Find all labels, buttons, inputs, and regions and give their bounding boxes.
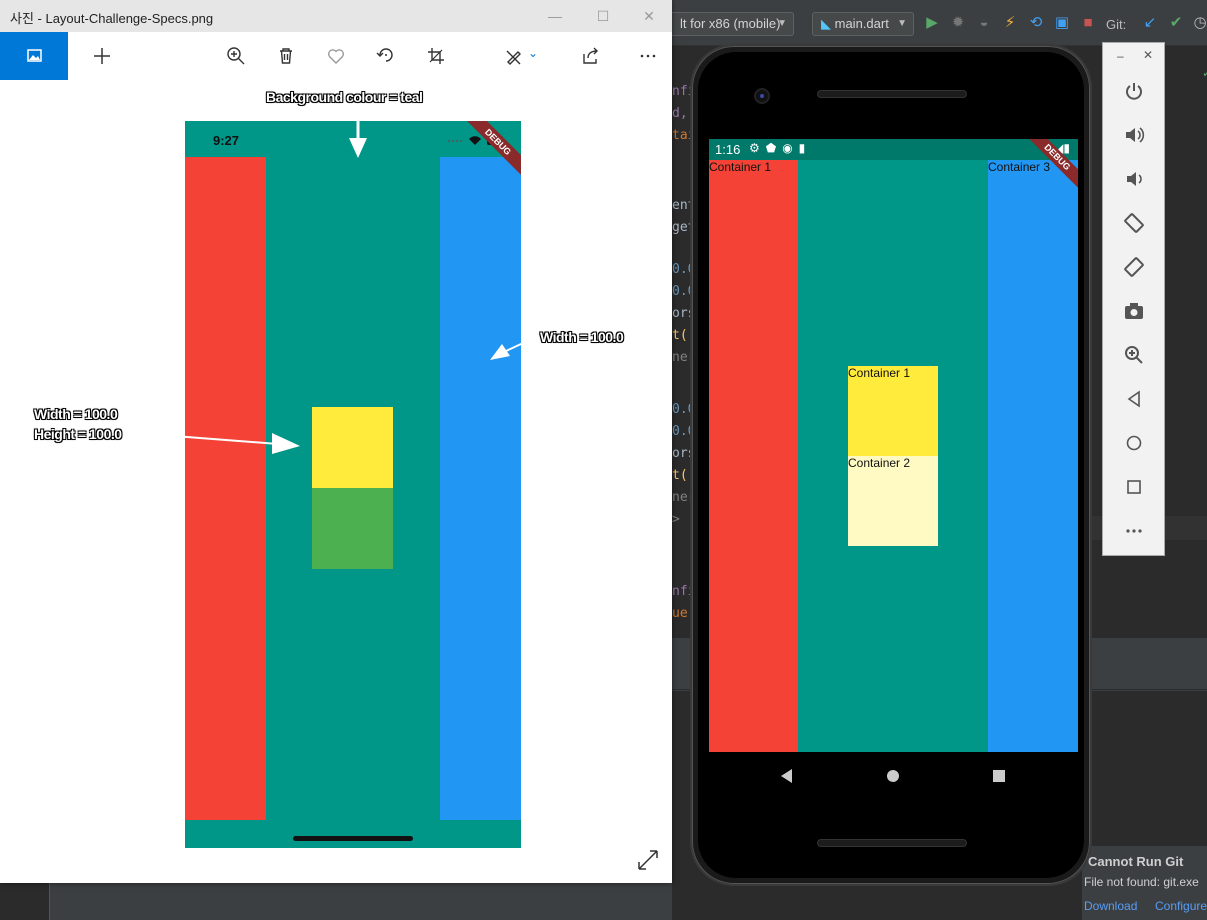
git-label: Git: xyxy=(1106,17,1127,32)
container-right: Container 3 xyxy=(988,160,1078,752)
rotate-right-icon[interactable] xyxy=(1121,254,1147,280)
annotation-width-left: Width = 100.0 xyxy=(34,406,118,422)
crop-icon[interactable] xyxy=(422,42,450,70)
zoom-icon[interactable] xyxy=(1121,342,1147,368)
android-status-time: 1:16 xyxy=(715,142,741,157)
close-icon[interactable]: ✕ xyxy=(1143,48,1153,62)
spec-image: 9:27 DEBUG xyxy=(185,121,521,848)
container-center-bottom: Container 2 xyxy=(848,456,938,546)
device-file-icon[interactable]: ▣ xyxy=(1052,12,1072,34)
device-selector[interactable]: lt for x86 (mobile) ▼ xyxy=(672,12,794,36)
git-notification: Cannot Run Git File not found: git.exe D… xyxy=(1082,846,1207,920)
add-icon[interactable] xyxy=(88,42,116,70)
annotation-height-left: Height = 100.0 xyxy=(34,426,122,442)
chevron-down-icon: ▼ xyxy=(777,18,787,29)
arrow-right-icon xyxy=(147,433,300,454)
back-icon[interactable] xyxy=(1121,386,1147,412)
maximize-icon[interactable]: ☐ xyxy=(580,4,626,28)
ide-toolbar: lt for x86 (mobile) ▼ ◣ main.dart ▼ ▶ ✹ ◒ … xyxy=(672,0,1207,46)
favorite-icon[interactable] xyxy=(322,42,350,70)
power-icon[interactable] xyxy=(1121,78,1147,104)
minimize-icon[interactable]: — xyxy=(532,4,578,28)
screenshot-icon[interactable] xyxy=(1121,298,1147,324)
emulator-controls-header: – ✕ xyxy=(1103,43,1166,71)
fullscreen-icon[interactable] xyxy=(636,848,660,872)
hot-restart-icon[interactable]: ⟲ xyxy=(1026,12,1046,34)
close-icon[interactable]: ✕ xyxy=(626,4,672,28)
container-left: Container 1 xyxy=(709,160,798,752)
arrow-down-icon xyxy=(349,106,367,158)
profile-icon[interactable]: ◒ xyxy=(974,12,994,34)
volume-down-icon[interactable] xyxy=(1121,166,1147,192)
run-config-label: main.dart xyxy=(834,16,889,31)
zoom-icon[interactable] xyxy=(222,42,250,70)
rotate-left-icon[interactable] xyxy=(1121,210,1147,236)
photos-window-title: 사진 - Layout-Challenge-Specs.png xyxy=(10,11,214,26)
earpiece xyxy=(817,90,967,98)
stop-icon[interactable]: ■ xyxy=(1078,12,1098,34)
bottom-speaker xyxy=(817,839,967,847)
spec-top-box xyxy=(312,407,393,488)
chevron-down-icon[interactable]: ⌄ xyxy=(528,46,538,60)
overview-icon[interactable] xyxy=(1121,474,1147,500)
arrow-left-icon xyxy=(490,336,537,360)
share-icon[interactable] xyxy=(576,42,604,70)
annotation-width-right: Width = 100.0 xyxy=(540,329,624,345)
configure-link[interactable]: Configure xyxy=(1155,899,1207,913)
flutter-icon: ◣ xyxy=(821,16,831,31)
code-line: d, xyxy=(672,106,688,121)
edit-draw-icon[interactable] xyxy=(500,42,528,70)
more-icon[interactable] xyxy=(634,42,662,70)
git-commit-icon[interactable]: ✔ xyxy=(1166,12,1186,34)
android-emulator: 1:16 ⚙⬟◉▮ ▼◢▮ Container 1 Container 3 Co… xyxy=(690,44,1092,886)
tool-window-strip xyxy=(0,883,50,920)
emulator-controls: – ✕ xyxy=(1102,42,1165,556)
debug-icon[interactable]: ✹ xyxy=(948,12,968,34)
container-center-top: Container 1 xyxy=(848,366,938,456)
volume-up-icon[interactable] xyxy=(1121,122,1147,148)
spec-bottom-box xyxy=(312,488,393,569)
back-icon[interactable] xyxy=(775,764,799,788)
notification-title: Cannot Run Git xyxy=(1088,854,1184,869)
camera-icon xyxy=(754,88,770,104)
photos-window: 사진 - Layout-Challenge-Specs.png — ☐ ✕ ⌄ … xyxy=(0,0,672,883)
minimize-icon[interactable]: – xyxy=(1117,49,1124,63)
spec-home-indicator xyxy=(293,836,413,841)
git-update-icon[interactable]: ↙ xyxy=(1140,12,1160,34)
delete-icon[interactable] xyxy=(272,42,300,70)
annotation-background: Background colour = teal xyxy=(266,89,423,105)
spec-left-column xyxy=(185,157,266,820)
chevron-down-icon: ▼ xyxy=(897,18,907,29)
git-history-icon[interactable]: ◷ xyxy=(1190,12,1207,34)
download-link[interactable]: Download xyxy=(1084,899,1137,913)
photos-titlebar: 사진 - Layout-Challenge-Specs.png — ☐ ✕ xyxy=(0,0,672,32)
spec-right-column xyxy=(440,157,521,820)
collection-button[interactable] xyxy=(0,32,68,80)
android-navbar xyxy=(709,752,1078,800)
run-config-selector[interactable]: ◣ main.dart ▼ xyxy=(812,12,914,36)
container-center-bottom-label: Container 2 xyxy=(848,456,911,470)
container-right-label: Container 3 xyxy=(988,160,1051,174)
rotate-icon[interactable] xyxy=(372,42,400,70)
inspection-ok-icon: ✓ xyxy=(1202,66,1207,80)
hot-reload-icon[interactable]: ⚡ xyxy=(1000,12,1020,34)
spec-status-time: 9:27 xyxy=(213,133,240,148)
android-statusbar: 1:16 ⚙⬟◉▮ ▼◢▮ xyxy=(709,139,1078,160)
photos-toolbar: ⌄ xyxy=(0,32,672,80)
recents-icon[interactable] xyxy=(987,764,1011,788)
notification-icons: ⚙⬟◉▮ xyxy=(749,141,812,155)
home-icon[interactable] xyxy=(881,764,905,788)
emulator-screen[interactable]: 1:16 ⚙⬟◉▮ ▼◢▮ Container 1 Container 3 Co… xyxy=(709,139,1078,752)
notification-message: File not found: git.exe xyxy=(1084,875,1199,889)
container-left-label: Container 1 xyxy=(709,160,772,174)
container-center-top-label: Container 1 xyxy=(848,366,911,380)
device-selector-label: lt for x86 (mobile) xyxy=(680,16,781,31)
run-icon[interactable]: ▶ xyxy=(922,12,942,34)
ide-statusbar-left xyxy=(0,883,672,920)
more-icon[interactable] xyxy=(1121,518,1147,544)
home-icon[interactable] xyxy=(1121,430,1147,456)
image-icon xyxy=(27,49,42,62)
